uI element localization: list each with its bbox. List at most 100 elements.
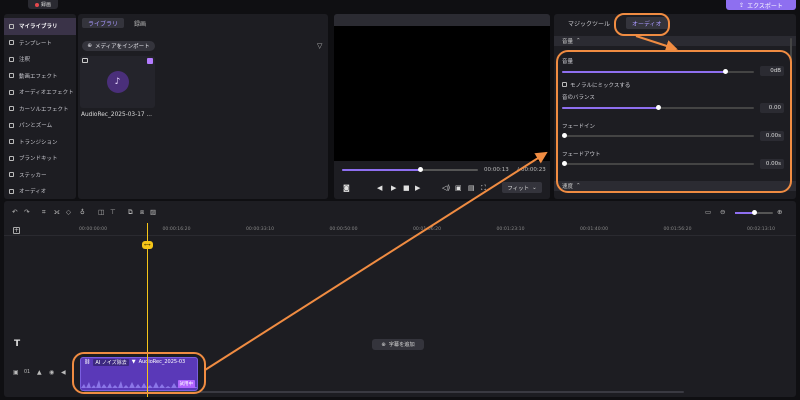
- sidebar-item-cursor-effect[interactable]: カーソルエフェクト: [4, 101, 76, 118]
- add-subtitle-button[interactable]: ⊕ 字幕を追加: [372, 339, 424, 350]
- group-icon[interactable]: ⧈: [140, 209, 144, 216]
- tab-recordings[interactable]: 録画: [128, 18, 152, 28]
- chevron-down-icon: ⌄: [532, 184, 537, 191]
- fade-out-label: フェードアウト: [562, 152, 601, 158]
- redo-icon[interactable]: ↷: [24, 209, 29, 216]
- audio-icon: [9, 188, 14, 194]
- play-icon[interactable]: ▶: [391, 184, 396, 192]
- sidebar-item-audio[interactable]: オーディオ: [4, 183, 76, 200]
- record-button[interactable]: 録画: [28, 0, 58, 9]
- fade-out-slider[interactable]: [562, 161, 754, 166]
- media-thumbnail[interactable]: ♪: [80, 56, 155, 108]
- zoom-out-icon[interactable]: ⊖: [720, 209, 725, 216]
- cursor-effect-icon: [9, 106, 14, 112]
- filter-icon[interactable]: ▽: [317, 43, 323, 50]
- sidebar-item-label: カーソルエフェクト: [19, 106, 69, 113]
- sidebar-item-video-effect[interactable]: 動画エフェクト: [4, 68, 76, 85]
- sidebar-item-transition[interactable]: トランジション: [4, 134, 76, 151]
- export-button[interactable]: ⇪ エクスポート: [726, 0, 796, 10]
- microphone-icon[interactable]: ♁: [80, 209, 85, 216]
- audio-track-icon: ▣: [13, 369, 19, 376]
- audio-clip[interactable]: ⛓ AI ノイズ除去 ▼ AudioRec_2025-03 試用中: [80, 357, 198, 391]
- library-icon: [9, 23, 14, 29]
- transition-icon: [9, 139, 14, 145]
- step-forward-icon[interactable]: ▶: [415, 184, 420, 192]
- current-time: 00:00:13: [484, 167, 509, 173]
- step-back-icon[interactable]: ◀: [377, 184, 382, 192]
- lock-icon[interactable]: ▲: [37, 369, 42, 376]
- playhead-handle[interactable]: ⟷: [142, 241, 153, 249]
- sidebar-item-label: 注釈: [19, 57, 31, 64]
- text-box-icon[interactable]: ⊤: [110, 209, 116, 216]
- volume-slider-knob[interactable]: [723, 69, 728, 74]
- sidebar-item-label: マイライブラリ: [19, 24, 58, 31]
- mono-checkbox[interactable]: [562, 82, 567, 87]
- balance-value[interactable]: 0.00: [760, 103, 784, 113]
- ai-denoise-label[interactable]: AI ノイズ除去: [93, 358, 129, 366]
- sidebar-item-label: 動画エフェクト: [19, 73, 58, 80]
- fade-in-slider-knob[interactable]: [562, 133, 567, 138]
- fade-out-value[interactable]: 0.00s: [760, 159, 784, 169]
- volume-section-header[interactable]: 音量 ⌃: [554, 36, 796, 46]
- mute-icon[interactable]: ◀: [61, 369, 66, 376]
- volume-icon[interactable]: ◁): [442, 184, 450, 192]
- shield-icon[interactable]: ◇: [66, 209, 71, 216]
- tab-magic-tools[interactable]: マジックツール: [562, 17, 616, 29]
- sidebar-item-annotation[interactable]: 注釈: [4, 51, 76, 68]
- sidebar-item-brand-kit[interactable]: ブランドキット: [4, 150, 76, 167]
- timeline-ruler[interactable]: 00:00:00:00 00:00:16:20 00:00:33:10 00:00:5…: [4, 224, 796, 236]
- zoom-slider[interactable]: [735, 210, 773, 215]
- stop-icon[interactable]: ■: [403, 184, 410, 192]
- preview-header: [334, 14, 550, 26]
- preview-scrubber[interactable]: [342, 167, 478, 172]
- volume-slider[interactable]: [562, 69, 754, 74]
- freeze-frame-icon[interactable]: ◫: [98, 209, 104, 216]
- sidebar-item-pan-zoom[interactable]: パンとズーム: [4, 117, 76, 134]
- crop-icon[interactable]: ⌗: [42, 209, 46, 216]
- fit-dropdown[interactable]: フィット ⌄: [502, 182, 542, 193]
- caption-icon[interactable]: ▤: [468, 184, 475, 192]
- sidebar-item-template[interactable]: テンプレート: [4, 35, 76, 52]
- speed-section-header[interactable]: 速度 ⌃: [554, 181, 796, 191]
- sidebar-item-audio-effect[interactable]: オーディオエフェクト: [4, 84, 76, 101]
- mono-label: モノラルにミックスする: [570, 83, 631, 89]
- preview-controls: 00:00:13 / 00:00:23 ◙ ◀ ▶ ■ ▶ ◁) ▣ ▤ ⛶ フ…: [334, 163, 550, 199]
- scrubber-knob[interactable]: [418, 167, 423, 172]
- fade-in-slider[interactable]: [562, 133, 754, 138]
- ruler-tick-label: 00:01:40:00: [580, 227, 609, 232]
- fullscreen-icon[interactable]: ⛶: [481, 184, 486, 192]
- fit-timeline-icon[interactable]: ▭: [705, 209, 711, 216]
- fade-in-value[interactable]: 0.00s: [760, 131, 784, 141]
- snapshot-icon[interactable]: ◙: [343, 184, 350, 192]
- undo-icon[interactable]: ↶: [12, 209, 17, 216]
- tab-library[interactable]: ライブラリ: [82, 18, 125, 28]
- fade-out-slider-knob[interactable]: [562, 161, 567, 166]
- balance-slider[interactable]: [562, 105, 754, 110]
- tab-audio[interactable]: オーディオ: [626, 17, 668, 29]
- track-number: 01: [24, 370, 31, 375]
- zoom-in-icon[interactable]: ⊕: [777, 209, 782, 216]
- properties-scrollbar[interactable]: [790, 38, 792, 158]
- top-bar: 録画 ⇪ エクスポート: [0, 0, 800, 12]
- balance-slider-knob[interactable]: [656, 105, 661, 110]
- timeline-toolbar: ↶ ↷ ⌗ ⟗ ◇ ♁ ◫ ⊤ ⧉ ⧈ ▨ ▭ ⊖ ⊕: [4, 201, 796, 223]
- plus-circle-icon: ⊕: [381, 341, 386, 348]
- balance-label: 音のバランス: [562, 95, 595, 101]
- add-track-icon[interactable]: +: [13, 227, 20, 234]
- volume-section-title: 音量: [562, 39, 574, 45]
- ruler-tick-label: 00:00:16:20: [162, 227, 191, 232]
- caption-edit-icon[interactable]: ▨: [150, 209, 156, 216]
- split-icon[interactable]: ⟗: [54, 209, 60, 216]
- visibility-icon[interactable]: ◉: [49, 369, 54, 376]
- sidebar-item-sticker[interactable]: ステッカー: [4, 167, 76, 184]
- quality-icon[interactable]: ▣: [455, 184, 462, 192]
- sidebar: マイライブラリ テンプレート 注釈 動画エフェクト オーディオエフェクト カーソ…: [4, 14, 76, 199]
- timeline-scrollbar[interactable]: [84, 391, 684, 393]
- multi-clip-icon[interactable]: ⧉: [128, 209, 133, 216]
- volume-value[interactable]: 0dB: [760, 66, 784, 76]
- sidebar-item-label: ステッカー: [19, 172, 47, 179]
- import-media-button[interactable]: ⊕ メディアをインポート: [82, 41, 155, 51]
- zoom-slider-knob[interactable]: [752, 210, 757, 215]
- sidebar-item-library[interactable]: マイライブラリ: [4, 18, 76, 35]
- playhead-line[interactable]: [147, 223, 148, 397]
